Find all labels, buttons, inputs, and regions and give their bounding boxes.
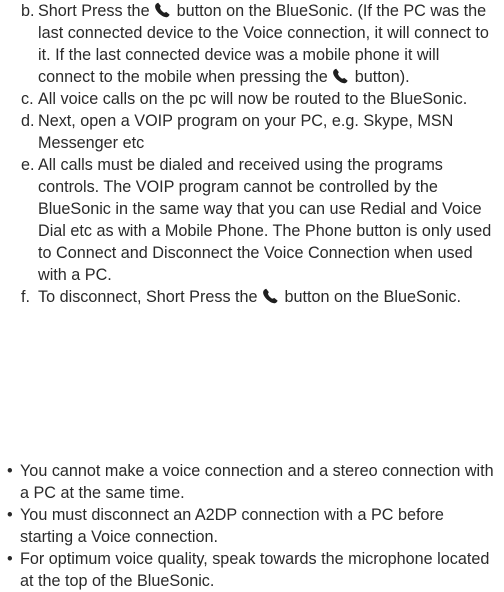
step-letter: e. (21, 156, 35, 174)
note-text: For optimum voice quality, speak towards… (20, 550, 490, 590)
step-f: f. To disconnect, Short Press the button… (0, 286, 504, 308)
note-list: • You cannot make a voice connection and… (0, 460, 504, 592)
step-text: To disconnect, Short Press the button on… (38, 288, 461, 306)
note-item: • For optimum voice quality, speak towar… (0, 548, 504, 592)
phone-icon (154, 2, 172, 18)
note-text: You must disconnect an A2DP connection w… (20, 506, 444, 546)
step-text: Short Press the button on the BlueSonic.… (38, 2, 489, 86)
step-d: d. Next, open a VOIP program on your PC,… (0, 110, 504, 154)
step-e: e. All calls must be dialed and received… (0, 154, 504, 286)
step-letter: b. (21, 2, 35, 20)
bullet-icon: • (7, 550, 13, 568)
note-text: You cannot make a voice connection and a… (20, 462, 494, 502)
step-letter: f. (21, 288, 30, 306)
step-letter: c. (21, 90, 34, 108)
bullet-icon: • (7, 462, 13, 480)
step-c: c. All voice calls on the pc will now be… (0, 88, 504, 110)
step-text: All calls must be dialed and received us… (38, 156, 492, 284)
step-text: All voice calls on the pc will now be ro… (38, 90, 468, 108)
note-item: • You cannot make a voice connection and… (0, 460, 504, 504)
step-list: b. Short Press the button on the BlueSon… (0, 0, 504, 308)
step-b: b. Short Press the button on the BlueSon… (0, 0, 504, 88)
bullet-icon: • (7, 506, 13, 524)
step-text: Next, open a VOIP program on your PC, e.… (38, 112, 454, 152)
step-letter: d. (21, 112, 35, 130)
phone-icon (332, 68, 350, 84)
phone-icon (262, 288, 280, 304)
note-item: • You must disconnect an A2DP connection… (0, 504, 504, 548)
